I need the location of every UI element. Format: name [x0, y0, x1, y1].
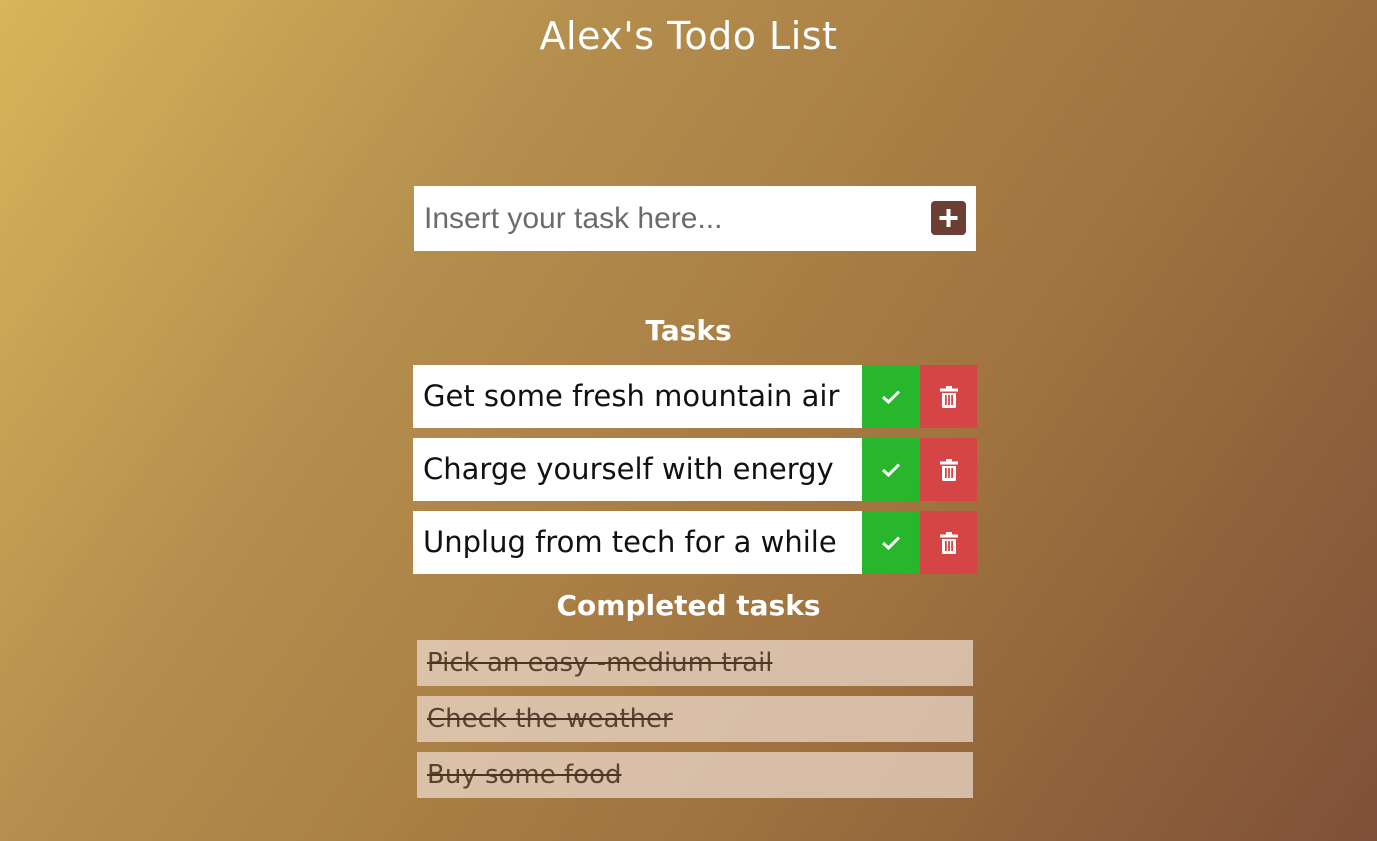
completed-task-item[interactable]: Buy some food	[417, 752, 973, 798]
complete-task-button[interactable]	[862, 438, 919, 501]
check-icon	[881, 535, 900, 550]
trash-icon	[939, 385, 958, 408]
add-task-button[interactable]	[931, 201, 966, 235]
check-icon	[881, 462, 900, 477]
completed-task-item[interactable]: Pick an easy -medium trail	[417, 640, 973, 686]
task-text: Get some fresh mountain air	[413, 365, 862, 428]
check-icon	[881, 389, 900, 404]
page-title: Alex's Todo List	[539, 14, 838, 58]
task-item: Unplug from tech for a while	[413, 511, 977, 574]
delete-task-button[interactable]	[920, 438, 977, 501]
completed-task-item[interactable]: Check the weather	[417, 696, 973, 742]
task-text: Charge yourself with energy	[413, 438, 862, 501]
plus-icon	[939, 209, 958, 227]
delete-task-button[interactable]	[920, 365, 977, 428]
task-item: Get some fresh mountain air	[413, 365, 977, 428]
trash-icon	[939, 458, 958, 481]
trash-icon	[939, 531, 958, 554]
delete-task-button[interactable]	[920, 511, 977, 574]
complete-task-button[interactable]	[862, 365, 919, 428]
task-item: Charge yourself with energy	[413, 438, 977, 501]
add-task-form	[414, 186, 976, 251]
tasks-heading: Tasks	[645, 314, 732, 347]
completed-tasks-heading: Completed tasks	[556, 589, 821, 622]
task-text: Unplug from tech for a while	[413, 511, 862, 574]
complete-task-button[interactable]	[862, 511, 919, 574]
task-input[interactable]	[414, 186, 919, 251]
